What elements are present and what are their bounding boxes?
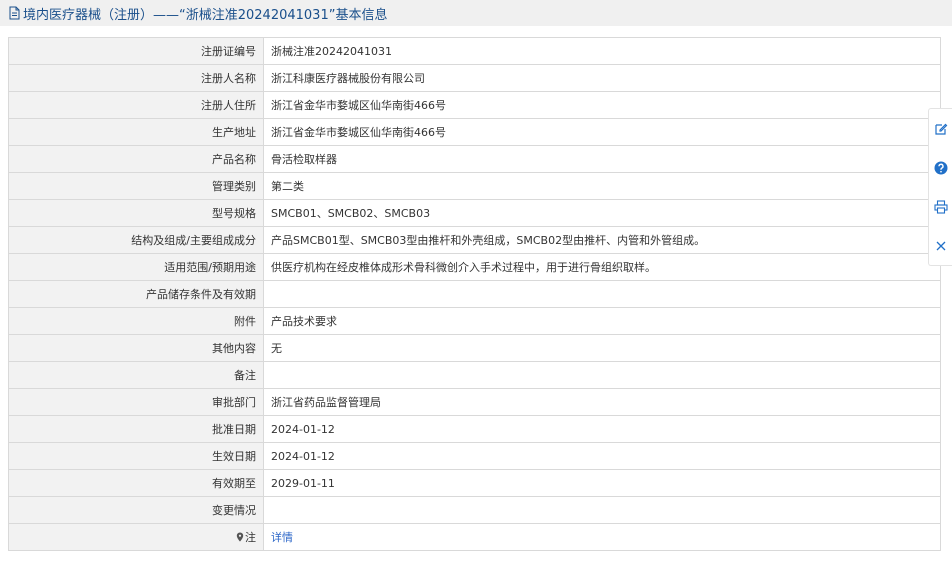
table-row: 注册人名称 浙江科康医疗器械股份有限公司 bbox=[8, 64, 941, 92]
info-table: 注册证编号 浙械注准20242041031 注册人名称 浙江科康医疗器械股份有限公司… bbox=[8, 37, 941, 551]
table-row: 生效日期 2024-01-12 bbox=[8, 442, 941, 470]
row-label: 其他内容 bbox=[8, 334, 264, 362]
row-value: 产品技术要求 bbox=[263, 307, 941, 335]
row-value bbox=[263, 361, 941, 389]
table-row: 产品储存条件及有效期 bbox=[8, 280, 941, 308]
row-label: 备注 bbox=[8, 361, 264, 389]
table-row: 型号规格 SMCB01、SMCB02、SMCB03 bbox=[8, 199, 941, 227]
edit-icon[interactable] bbox=[933, 121, 949, 137]
row-label: 结构及组成/主要组成成分 bbox=[8, 226, 264, 254]
close-icon[interactable] bbox=[933, 238, 949, 254]
document-icon bbox=[8, 6, 21, 20]
table-row: 结构及组成/主要组成成分 产品SMCB01型、SMCB03型由推杆和外壳组成，SM… bbox=[8, 226, 941, 254]
row-value: SMCB01、SMCB02、SMCB03 bbox=[263, 199, 941, 227]
row-value: 2029-01-11 bbox=[263, 469, 941, 497]
page-title: 境内医疗器械（注册）——“浙械注准20242041031”基本信息 bbox=[23, 7, 388, 23]
table-row: 生产地址 浙江省金华市婺城区仙华南街466号 bbox=[8, 118, 941, 146]
row-label: 生效日期 bbox=[8, 442, 264, 470]
note-label: 注 bbox=[245, 531, 256, 544]
side-toolbar bbox=[928, 108, 952, 266]
row-value: 浙江科康医疗器械股份有限公司 bbox=[263, 64, 941, 92]
row-value: 浙江省金华市婺城区仙华南街466号 bbox=[263, 91, 941, 119]
table-row: 管理类别 第二类 bbox=[8, 172, 941, 200]
row-value bbox=[263, 280, 941, 308]
row-label: 审批部门 bbox=[8, 388, 264, 416]
row-value: 浙江省金华市婺城区仙华南街466号 bbox=[263, 118, 941, 146]
row-label: 注册证编号 bbox=[8, 37, 264, 65]
table-row: 批准日期 2024-01-12 bbox=[8, 415, 941, 443]
row-label: 变更情况 bbox=[8, 496, 264, 524]
table-row-note: 注 详情 bbox=[8, 523, 941, 551]
row-value: 骨活检取样器 bbox=[263, 145, 941, 173]
pin-icon bbox=[236, 532, 244, 542]
row-label: 注册人名称 bbox=[8, 64, 264, 92]
note-label-cell: 注 bbox=[8, 523, 264, 551]
row-label: 产品储存条件及有效期 bbox=[8, 280, 264, 308]
row-label: 批准日期 bbox=[8, 415, 264, 443]
row-value: 2024-01-12 bbox=[263, 415, 941, 443]
row-value: 供医疗机构在经皮椎体成形术骨科微创介入手术过程中，用于进行骨组织取样。 bbox=[263, 253, 941, 281]
help-icon[interactable] bbox=[933, 160, 949, 176]
table-row: 注册证编号 浙械注准20242041031 bbox=[8, 37, 941, 65]
row-label: 产品名称 bbox=[8, 145, 264, 173]
table-row: 注册人住所 浙江省金华市婺城区仙华南街466号 bbox=[8, 91, 941, 119]
row-value bbox=[263, 496, 941, 524]
table-row: 附件 产品技术要求 bbox=[8, 307, 941, 335]
row-label: 附件 bbox=[8, 307, 264, 335]
row-value: 无 bbox=[263, 334, 941, 362]
row-label: 型号规格 bbox=[8, 199, 264, 227]
row-value: 浙江省药品监督管理局 bbox=[263, 388, 941, 416]
table-row: 审批部门 浙江省药品监督管理局 bbox=[8, 388, 941, 416]
row-value: 2024-01-12 bbox=[263, 442, 941, 470]
table-row: 产品名称 骨活检取样器 bbox=[8, 145, 941, 173]
row-value: 产品SMCB01型、SMCB03型由推杆和外壳组成，SMCB02型由推杆、内管和… bbox=[263, 226, 941, 254]
row-label: 生产地址 bbox=[8, 118, 264, 146]
row-value: 浙械注准20242041031 bbox=[263, 37, 941, 65]
row-label: 管理类别 bbox=[8, 172, 264, 200]
row-value: 第二类 bbox=[263, 172, 941, 200]
page-header: 境内医疗器械（注册）——“浙械注准20242041031”基本信息 bbox=[0, 0, 952, 26]
note-value-cell: 详情 bbox=[263, 523, 941, 551]
table-row: 适用范围/预期用途 供医疗机构在经皮椎体成形术骨科微创介入手术过程中，用于进行骨组… bbox=[8, 253, 941, 281]
row-label: 适用范围/预期用途 bbox=[8, 253, 264, 281]
table-row: 变更情况 bbox=[8, 496, 941, 524]
details-link[interactable]: 详情 bbox=[271, 531, 293, 544]
table-row: 备注 bbox=[8, 361, 941, 389]
print-icon[interactable] bbox=[933, 199, 949, 215]
table-row: 其他内容无 bbox=[8, 334, 941, 362]
row-label: 有效期至 bbox=[8, 469, 264, 497]
table-row: 有效期至 2029-01-11 bbox=[8, 469, 941, 497]
row-label: 注册人住所 bbox=[8, 91, 264, 119]
